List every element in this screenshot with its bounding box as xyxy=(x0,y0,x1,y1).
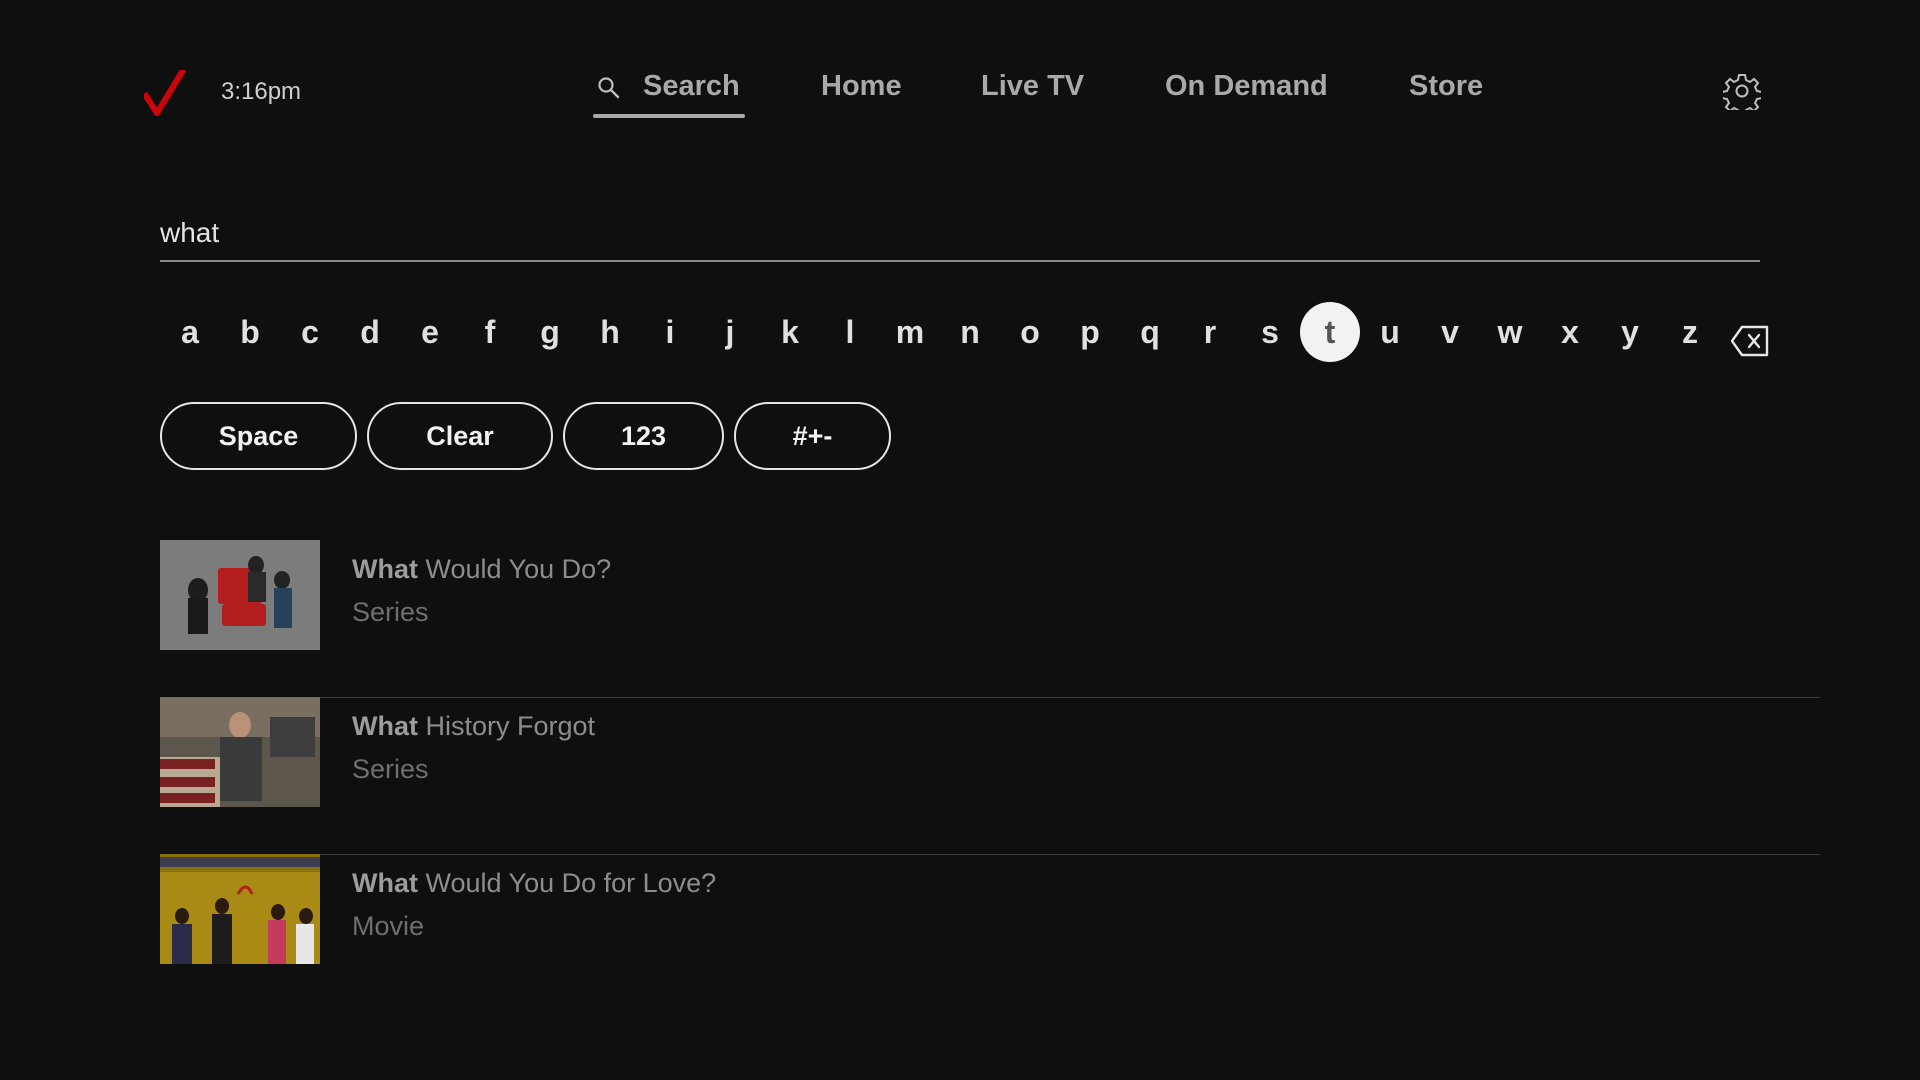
onscreen-keyboard: a b c d e f g h i j k l m n o p q r s t … xyxy=(0,302,1920,364)
key-n[interactable]: n xyxy=(940,302,1000,362)
backspace-icon[interactable] xyxy=(1730,324,1770,358)
nav-tab-label: Search xyxy=(643,70,740,102)
result-title: What Would You Do for Love? xyxy=(352,868,716,899)
key-q[interactable]: q xyxy=(1120,302,1180,362)
key-a[interactable]: a xyxy=(160,302,220,362)
space-button[interactable]: Space xyxy=(160,402,357,470)
result-title-match: What xyxy=(352,868,418,898)
result-title-match: What xyxy=(352,554,418,584)
key-g[interactable]: g xyxy=(520,302,580,362)
search-result-item[interactable]: What Would You Do for Love? Movie xyxy=(160,854,1820,1011)
result-type: Series xyxy=(352,597,429,627)
nav-tab-on-demand[interactable]: On Demand xyxy=(1165,70,1328,103)
key-y[interactable]: y xyxy=(1600,302,1660,362)
active-tab-underline xyxy=(593,114,745,118)
key-z[interactable]: z xyxy=(1660,302,1720,362)
key-s[interactable]: s xyxy=(1240,302,1300,362)
clear-button[interactable]: Clear xyxy=(367,402,553,470)
key-b[interactable]: b xyxy=(220,302,280,362)
key-t[interactable]: t xyxy=(1300,302,1360,362)
nav-tab-search[interactable]: Search xyxy=(593,70,745,118)
key-m[interactable]: m xyxy=(880,302,940,362)
key-l[interactable]: l xyxy=(820,302,880,362)
nav-tab-live-tv[interactable]: Live TV xyxy=(981,70,1084,103)
key-e[interactable]: e xyxy=(400,302,460,362)
search-result-item[interactable]: What History Forgot Series xyxy=(160,697,1820,855)
key-r[interactable]: r xyxy=(1180,302,1240,362)
result-title: What History Forgot xyxy=(352,711,595,742)
result-thumbnail xyxy=(160,854,320,964)
result-title: What Would You Do? xyxy=(352,554,611,585)
key-o[interactable]: o xyxy=(1000,302,1060,362)
key-f[interactable]: f xyxy=(460,302,520,362)
search-icon xyxy=(598,77,620,99)
main-nav: Search Home Live TV On Demand Store xyxy=(0,70,1920,120)
result-thumbnail xyxy=(160,540,320,650)
symbols-button[interactable]: #+- xyxy=(734,402,891,470)
key-u[interactable]: u xyxy=(1360,302,1420,362)
nav-tab-home[interactable]: Home xyxy=(821,70,902,103)
search-result-item[interactable]: What Would You Do? Series xyxy=(160,540,1820,698)
result-title-rest: Would You Do for Love? xyxy=(417,868,717,898)
gear-icon[interactable] xyxy=(1723,72,1761,110)
key-d[interactable]: d xyxy=(340,302,400,362)
result-title-rest: History Forgot xyxy=(417,711,596,741)
key-h[interactable]: h xyxy=(580,302,640,362)
result-type: Movie xyxy=(352,911,425,941)
key-c[interactable]: c xyxy=(280,302,340,362)
key-p[interactable]: p xyxy=(1060,302,1120,362)
numbers-button[interactable]: 123 xyxy=(563,402,724,470)
key-j[interactable]: j xyxy=(700,302,760,362)
result-thumbnail xyxy=(160,697,320,807)
result-title-match: What xyxy=(352,711,418,741)
key-v[interactable]: v xyxy=(1420,302,1480,362)
key-w[interactable]: w xyxy=(1480,302,1540,362)
search-input[interactable]: what xyxy=(160,212,1760,262)
result-title-rest: Would You Do? xyxy=(417,554,612,584)
result-type: Series xyxy=(352,754,429,784)
key-x[interactable]: x xyxy=(1540,302,1600,362)
key-k[interactable]: k xyxy=(760,302,820,362)
nav-tab-store[interactable]: Store xyxy=(1409,70,1483,103)
key-i[interactable]: i xyxy=(640,302,700,362)
